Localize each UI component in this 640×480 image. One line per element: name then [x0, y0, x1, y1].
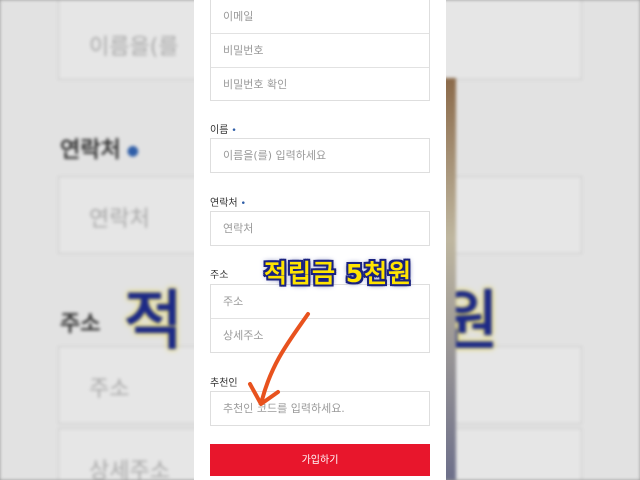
signup-button[interactable]: 가입하기: [210, 444, 430, 476]
password-confirm-field[interactable]: 비밀번호 확인: [211, 68, 429, 101]
bg-overlay-left-char: 적: [124, 285, 185, 359]
bg-address-label: 주소: [60, 312, 101, 337]
required-mark: •: [240, 199, 246, 209]
contact-input[interactable]: 연락처: [211, 212, 429, 245]
bg-address-placeholder: 주소: [89, 377, 130, 402]
name-input[interactable]: 이름을(를) 입력하세요: [211, 139, 429, 172]
address-label: 주소: [210, 270, 229, 281]
name-label: 이름 •: [210, 121, 237, 136]
arrow-icon: [248, 312, 310, 406]
contact-label: 연락처 •: [210, 194, 246, 209]
reward-caption: 적립금 5천원: [264, 259, 413, 288]
account-field-group: 이메일 비밀번호 비밀번호 확인: [210, 0, 430, 101]
bg-contact-placeholder: 연락처: [89, 207, 150, 232]
name-label-text: 이름: [210, 125, 229, 136]
referrer-label: 추천인: [210, 378, 238, 389]
bg-contact-label: 연락처 ●: [60, 138, 139, 163]
contact-label-text: 연락처: [210, 198, 238, 209]
name-field[interactable]: 이름을(를) 입력하세요: [210, 138, 430, 173]
bg-name-placeholder: 이름을(를: [89, 35, 179, 60]
contact-field[interactable]: 연락처: [210, 211, 430, 246]
signup-form-panel: 이메일 비밀번호 비밀번호 확인 이름 • 이름을(를) 입력하세요 연락처 • 연…: [194, 0, 446, 480]
email-field[interactable]: 이메일: [211, 0, 429, 34]
bg-address-detail-placeholder: 상세주소: [89, 459, 170, 480]
required-mark: •: [231, 126, 237, 136]
password-field[interactable]: 비밀번호: [211, 34, 429, 68]
